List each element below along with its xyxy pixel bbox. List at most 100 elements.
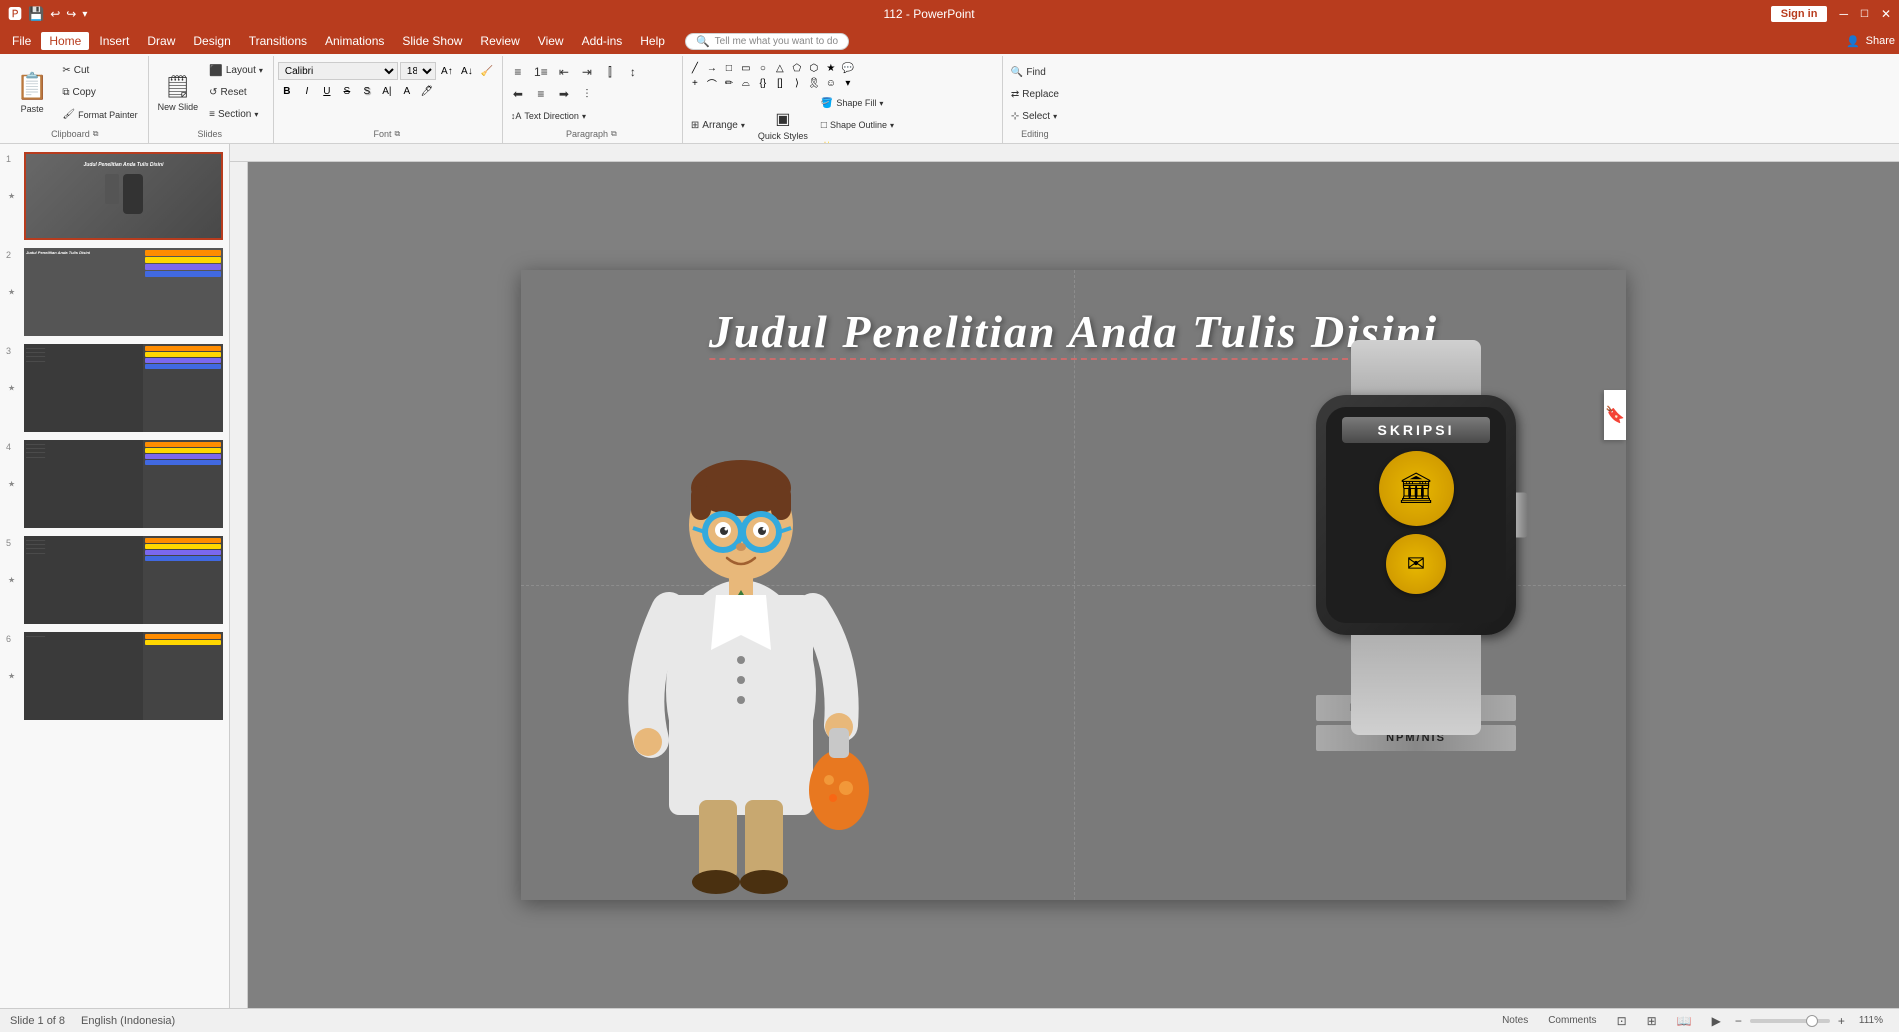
redo-qa-btn[interactable]: ↪ xyxy=(66,7,76,21)
minimize-btn[interactable]: ─ xyxy=(1839,7,1848,21)
comments-btn[interactable]: Comments xyxy=(1542,1014,1602,1027)
slide-thumb-1[interactable]: 1 Judul Penelitian Anda Tulis Disini ★ xyxy=(4,150,225,242)
font-color-btn[interactable]: A xyxy=(398,82,416,100)
slide-thumb-3[interactable]: 3 ──────────────────────────────────── xyxy=(4,342,225,434)
strikethrough-btn[interactable]: S xyxy=(338,82,356,100)
clear-format-btn[interactable]: 🧹 xyxy=(478,62,496,80)
copy-button[interactable]: ⧉ Copy xyxy=(58,83,141,103)
hexagon-shape[interactable]: ⬡ xyxy=(806,61,822,75)
format-painter-button[interactable]: 🖌 Format Painter xyxy=(58,105,141,125)
arc-shape[interactable]: ⌓ xyxy=(738,76,754,90)
slide-thumb-5[interactable]: 5 ──────────────────────────────────── xyxy=(4,534,225,626)
font-expand-icon[interactable]: ⧉ xyxy=(395,129,401,139)
menu-transitions[interactable]: Transitions xyxy=(241,32,315,50)
menu-addins[interactable]: Add-ins xyxy=(574,32,631,50)
reset-button[interactable]: ↺ Reset xyxy=(205,83,267,103)
ribbon-shape[interactable]: 🎗 xyxy=(806,76,822,90)
zoom-level[interactable]: 111% xyxy=(1853,1014,1889,1027)
more-btn2[interactable]: ▾ xyxy=(840,76,856,90)
slide-thumb-4[interactable]: 4 ──────────────────────────────────── xyxy=(4,438,225,530)
align-center-btn[interactable]: ≡ xyxy=(530,84,552,104)
underline-btn[interactable]: U xyxy=(318,82,336,100)
layout-button[interactable]: ⬛ Layout ▾ xyxy=(205,61,267,81)
signin-button[interactable]: Sign in xyxy=(1771,6,1828,22)
cut-button[interactable]: ✂ Cut xyxy=(58,61,141,81)
reading-view-btn[interactable]: 📖 xyxy=(1671,1013,1698,1029)
find-button[interactable]: 🔍 Find xyxy=(1007,62,1063,82)
line-spacing-btn[interactable]: ↕ xyxy=(622,62,644,82)
paragraph-expand-icon[interactable]: ⧉ xyxy=(611,129,617,139)
star-shape[interactable]: ★ xyxy=(823,61,839,75)
rounded-rect-shape[interactable]: ▭ xyxy=(738,61,754,75)
replace-button[interactable]: ⇄ Replace xyxy=(1007,84,1063,104)
circle-shape[interactable]: ○ xyxy=(755,61,771,75)
more-shapes[interactable]: + xyxy=(687,76,703,90)
shape-fill-button[interactable]: 🪣 Shape Fill ▾ xyxy=(817,93,903,113)
undo-qa-btn[interactable]: ↩ xyxy=(50,7,60,21)
align-left-btn[interactable]: ⬅ xyxy=(507,84,529,104)
close-btn[interactable]: ✕ xyxy=(1881,7,1891,21)
slide-canvas[interactable]: Judul Penelitian Anda Tulis Disini xyxy=(521,270,1626,900)
shape-effects-button[interactable]: ✨ Shape Effects ▾ xyxy=(817,137,903,144)
numbering-btn[interactable]: 1≡ xyxy=(530,62,552,82)
share-label[interactable]: Share xyxy=(1866,35,1895,47)
clipboard-expand-icon[interactable]: ⧉ xyxy=(93,129,99,139)
menu-design[interactable]: Design xyxy=(185,32,238,50)
chevron-shape[interactable]: ⟩ xyxy=(789,76,805,90)
char-spacing-btn[interactable]: A| xyxy=(378,82,396,100)
menu-file[interactable]: File xyxy=(4,32,39,50)
section-button[interactable]: ≡ Section ▾ xyxy=(205,105,267,125)
decrease-font-btn[interactable]: A↓ xyxy=(458,62,476,80)
maximize-btn[interactable]: ☐ xyxy=(1860,9,1869,20)
pentagon-shape[interactable]: ⬠ xyxy=(789,61,805,75)
menu-slideshow[interactable]: Slide Show xyxy=(394,32,470,50)
menu-view[interactable]: View xyxy=(530,32,572,50)
new-slide-button[interactable]: 🗒 New Slide xyxy=(153,65,204,121)
shape-outline-button[interactable]: □ Shape Outline ▾ xyxy=(817,115,903,135)
text-direction-button[interactable]: ↕A Text Direction ▾ xyxy=(507,106,590,126)
notes-btn[interactable]: Notes xyxy=(1496,1014,1534,1027)
smiley-shape[interactable]: ☺ xyxy=(823,76,839,90)
increase-font-btn[interactable]: A↑ xyxy=(438,62,456,80)
freeform-shape[interactable]: ✏ xyxy=(721,76,737,90)
font-family-select[interactable]: Calibri xyxy=(278,62,398,80)
tell-me-input[interactable]: 🔍 Tell me what you want to do xyxy=(685,33,849,50)
italic-btn[interactable]: I xyxy=(298,82,316,100)
zoom-in-btn[interactable]: + xyxy=(1838,1014,1845,1028)
increase-indent-btn[interactable]: ⇥ xyxy=(576,62,598,82)
arrow-shape[interactable]: → xyxy=(704,61,720,75)
zoom-slider[interactable] xyxy=(1750,1019,1830,1023)
bullets-btn[interactable]: ≡ xyxy=(507,62,529,82)
menu-animations[interactable]: Animations xyxy=(317,32,392,50)
arrange-button[interactable]: ⊞ Arrange ▾ xyxy=(687,115,749,135)
columns-btn[interactable]: ⫿ xyxy=(599,62,621,82)
font-size-select[interactable]: 18 xyxy=(400,62,436,80)
menu-review[interactable]: Review xyxy=(472,32,527,50)
justify-btn[interactable]: ⫶ xyxy=(576,84,598,104)
bold-btn[interactable]: B xyxy=(278,82,296,100)
menu-help[interactable]: Help xyxy=(632,32,673,50)
zoom-out-btn[interactable]: − xyxy=(1735,1014,1742,1028)
callout-shape[interactable]: 💬 xyxy=(840,61,856,75)
brace-shape[interactable]: {} xyxy=(755,76,771,90)
menu-insert[interactable]: Insert xyxy=(91,32,137,50)
paste-button[interactable]: 📋 Paste xyxy=(8,64,56,122)
menu-home[interactable]: Home xyxy=(41,32,89,50)
slide-canvas-area[interactable]: Judul Penelitian Anda Tulis Disini xyxy=(248,162,1899,1008)
slide-sorter-btn[interactable]: ⊞ xyxy=(1641,1013,1663,1029)
rect-shape[interactable]: □ xyxy=(721,61,737,75)
slideshow-btn[interactable]: ▶ xyxy=(1706,1013,1727,1029)
normal-view-btn[interactable]: ⊡ xyxy=(1611,1013,1633,1029)
slide-thumb-2[interactable]: 2 Judul Penelitian Anda Tulis Disini ★ xyxy=(4,246,225,338)
line-shape[interactable]: ╱ xyxy=(687,61,703,75)
save-qa-btn[interactable]: 💾 xyxy=(28,6,44,22)
curve-shape[interactable]: ⌒ xyxy=(704,76,720,90)
decrease-indent-btn[interactable]: ⇤ xyxy=(553,62,575,82)
quick-styles-button[interactable]: ▣ Quick Styles xyxy=(753,100,813,144)
menu-draw[interactable]: Draw xyxy=(139,32,183,50)
align-right-btn[interactable]: ➡ xyxy=(553,84,575,104)
select-button[interactable]: ⊹ Select ▾ xyxy=(1007,106,1063,126)
slide-thumb-6[interactable]: 6 ───────── ★ xyxy=(4,630,225,722)
triangle-shape[interactable]: △ xyxy=(772,61,788,75)
bracket-shape[interactable]: [] xyxy=(772,76,788,90)
